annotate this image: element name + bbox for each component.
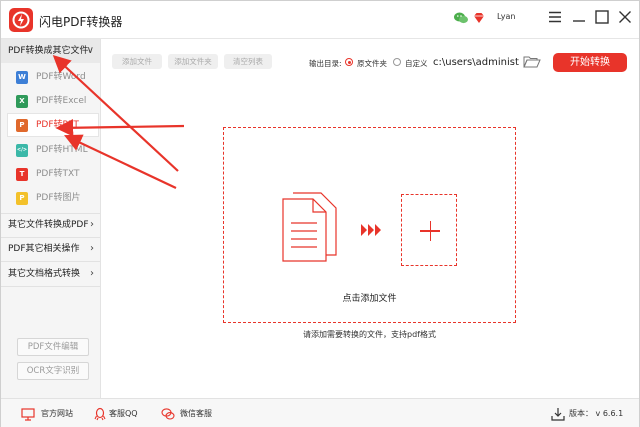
image-file-icon: P: [16, 192, 28, 205]
minimize-icon[interactable]: [570, 8, 588, 26]
sidebar-item-label: PDF转HTML: [36, 145, 88, 155]
chevron-right-icon: ›: [90, 243, 94, 254]
download-icon[interactable]: [551, 407, 565, 421]
ocr-button[interactable]: OCR文字识别: [17, 362, 89, 380]
excel-file-icon: X: [16, 95, 28, 108]
app-title: 闪电PDF转换器: [39, 15, 123, 29]
footer-wechat-link[interactable]: 微信客服: [180, 399, 212, 427]
qq-icon: [93, 407, 107, 421]
sidebar-section-other-format[interactable]: 其它文档格式转换 ›: [1, 262, 100, 286]
drop-zone-label: 点击添加文件: [342, 294, 397, 304]
sidebar-item-pdf-to-ppt[interactable]: P PDF转PPT: [7, 113, 99, 137]
add-file-box[interactable]: [401, 194, 457, 266]
wechat-icon[interactable]: [453, 10, 469, 26]
triple-arrow-icon: [361, 223, 383, 237]
sidebar-section-label: PDF转换成其它文件: [8, 46, 89, 56]
radio-custom-folder[interactable]: [393, 58, 401, 66]
wechat-icon: [161, 407, 175, 421]
sidebar-section-label: PDF其它相关操作: [8, 244, 80, 254]
app-logo-icon: [9, 8, 33, 32]
footer-qq-link[interactable]: 客服QQ: [109, 399, 138, 427]
add-folder-button[interactable]: 添加文件夹: [168, 54, 218, 69]
sidebar-section-label: 其它文件转换成PDF: [8, 220, 89, 230]
txt-file-icon: T: [16, 168, 28, 181]
title-bar: 闪电PDF转换器 Lyan: [1, 1, 639, 39]
clear-list-button[interactable]: 清空列表: [224, 54, 272, 69]
version-prefix: 版本：: [569, 409, 593, 418]
add-file-button[interactable]: 添加文件: [112, 54, 162, 69]
chevron-down-icon: ∨: [86, 45, 94, 56]
ppt-file-icon: P: [16, 119, 28, 132]
sidebar-item-pdf-to-image[interactable]: P PDF转图片: [7, 187, 99, 209]
sidebar-section-pdf-other-ops[interactable]: PDF其它相关操作 ›: [1, 237, 100, 261]
radio-custom-folder-label: 自定义: [405, 59, 428, 68]
radio-source-folder-label: 原文件夹: [357, 59, 387, 68]
output-dir-label: 输出目录:: [309, 59, 342, 68]
radio-source-folder[interactable]: [345, 58, 353, 66]
chevron-right-icon: ›: [90, 268, 94, 279]
sidebar-item-label: PDF转图片: [36, 193, 81, 203]
user-name[interactable]: Lyan: [497, 12, 515, 21]
sidebar-item-pdf-to-word[interactable]: W PDF转Word: [7, 66, 99, 88]
start-convert-button[interactable]: 开始转换: [553, 53, 627, 72]
pdf-edit-button[interactable]: PDF文件编辑: [17, 338, 89, 356]
sidebar-section-other-to-pdf[interactable]: 其它文件转换成PDF ›: [1, 213, 100, 237]
document-icon: [281, 191, 343, 265]
app-window: 闪电PDF转换器 Lyan PDF转换成其它文件 ∨ W PDF转Word X …: [0, 0, 640, 427]
maximize-icon[interactable]: [593, 8, 611, 26]
footer-website-link[interactable]: 官方网站: [41, 399, 73, 427]
supported-format-hint: 请添加需要转换的文件，支持pdf格式: [303, 330, 436, 339]
footer: 官方网站 客服QQ 微信客服 版本： v 6.6.1: [1, 398, 639, 427]
html-file-icon: </>: [16, 144, 28, 157]
folder-icon[interactable]: [523, 55, 541, 69]
sidebar-section-pdf-to-other[interactable]: PDF转换成其它文件 ∨: [1, 39, 100, 63]
monitor-icon: [21, 407, 35, 421]
version-number: v 6.6.1: [595, 409, 624, 418]
sidebar-section-label: 其它文档格式转换: [8, 269, 81, 279]
sidebar-item-pdf-to-html[interactable]: </> PDF转HTML: [7, 139, 99, 161]
chevron-right-icon: ›: [90, 219, 94, 230]
sidebar-item-label: PDF转PPT: [36, 120, 79, 130]
close-icon[interactable]: [616, 8, 634, 26]
sidebar-item-pdf-to-excel[interactable]: X PDF转Excel: [7, 90, 99, 112]
sidebar-divider: [1, 286, 100, 287]
sidebar-item-label: PDF转Word: [36, 72, 86, 82]
vip-diamond-icon[interactable]: [471, 10, 487, 26]
menu-icon[interactable]: [546, 8, 564, 26]
version-label: 版本： v 6.6.1: [569, 399, 623, 427]
sidebar-item-pdf-to-txt[interactable]: T PDF转TXT: [7, 163, 99, 185]
sidebar: PDF转换成其它文件 ∨ W PDF转Word X PDF转Excel P PD…: [1, 39, 101, 398]
output-path-input[interactable]: [431, 53, 521, 71]
sidebar-item-label: PDF转TXT: [36, 169, 80, 179]
sidebar-item-label: PDF转Excel: [36, 96, 87, 106]
word-file-icon: W: [16, 71, 28, 84]
